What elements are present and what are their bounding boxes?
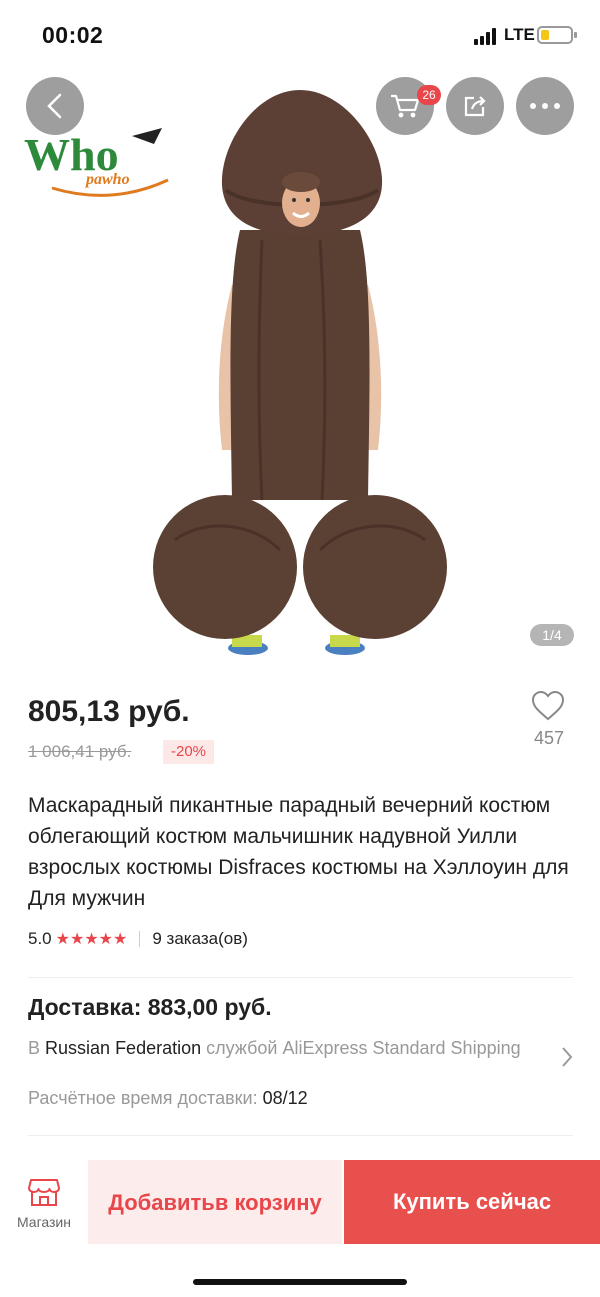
store-icon (28, 1179, 60, 1206)
chevron-right-icon[interactable] (560, 1045, 574, 1074)
more-dots-icon (527, 103, 563, 109)
back-button[interactable] (26, 77, 84, 135)
delivery-eta-value: 08/12 (262, 1088, 308, 1108)
delivery-title: Доставка: 883,00 руб. (28, 994, 272, 1020)
delivery-eta: Расчётное время доставки: 08/12 (28, 1088, 308, 1109)
delivery-eta-label: Расчётное время доставки: (28, 1088, 258, 1108)
wishlist-count: 457 (533, 728, 565, 748)
battery-icon (537, 26, 577, 44)
rating-stars: ★★★★★ (55, 931, 128, 948)
heart-icon (531, 690, 565, 721)
home-indicator[interactable] (193, 1279, 407, 1285)
network-label: LTE (504, 25, 535, 44)
image-page-indicator: 1/4 (530, 624, 574, 646)
add-to-cart-button[interactable]: Добавить в корзину (88, 1160, 342, 1244)
rating-divider (139, 931, 141, 947)
share-button[interactable] (446, 77, 504, 135)
chevron-left-icon (47, 93, 62, 119)
store-label: Магазин (16, 1214, 71, 1230)
current-price: 805,13 руб. (28, 695, 190, 728)
status-bar: 00:02 LTE (0, 0, 600, 70)
store-button[interactable]: Магазин (0, 1160, 88, 1246)
delivery-prefix: В (28, 1038, 41, 1058)
bottom-action-bar: Магазин Добавить в корзину Купить сейчас (0, 1160, 600, 1246)
cart-badge: 26 (417, 85, 441, 105)
rating-row[interactable]: 5.0 ★★★★★ 9 заказа(ов) (28, 927, 248, 951)
divider (28, 1135, 573, 1136)
buy-now-button[interactable]: Купить сейчас (344, 1160, 600, 1244)
svg-text:pawho: pawho (84, 171, 130, 188)
old-price: 1 006,41 руб. (28, 742, 132, 761)
delivery-info[interactable]: В Russian Federation службой AliExpress … (28, 1035, 538, 1062)
status-time: 00:02 (42, 22, 104, 48)
delivery-country: Russian Federation (45, 1038, 202, 1058)
delivery-service: службой AliExpress Standard Shipping (206, 1038, 521, 1058)
signal-icon (474, 27, 500, 45)
more-button[interactable] (516, 77, 574, 135)
wishlist-button[interactable] (526, 690, 570, 727)
product-title: Маскарадный пикантные парадный вечерний … (28, 794, 569, 910)
orders-count: 9 заказа(ов) (152, 929, 248, 948)
discount-badge: -20% (163, 740, 215, 764)
divider (28, 977, 573, 978)
share-icon (464, 96, 486, 117)
rating-value: 5.0 (28, 929, 52, 948)
